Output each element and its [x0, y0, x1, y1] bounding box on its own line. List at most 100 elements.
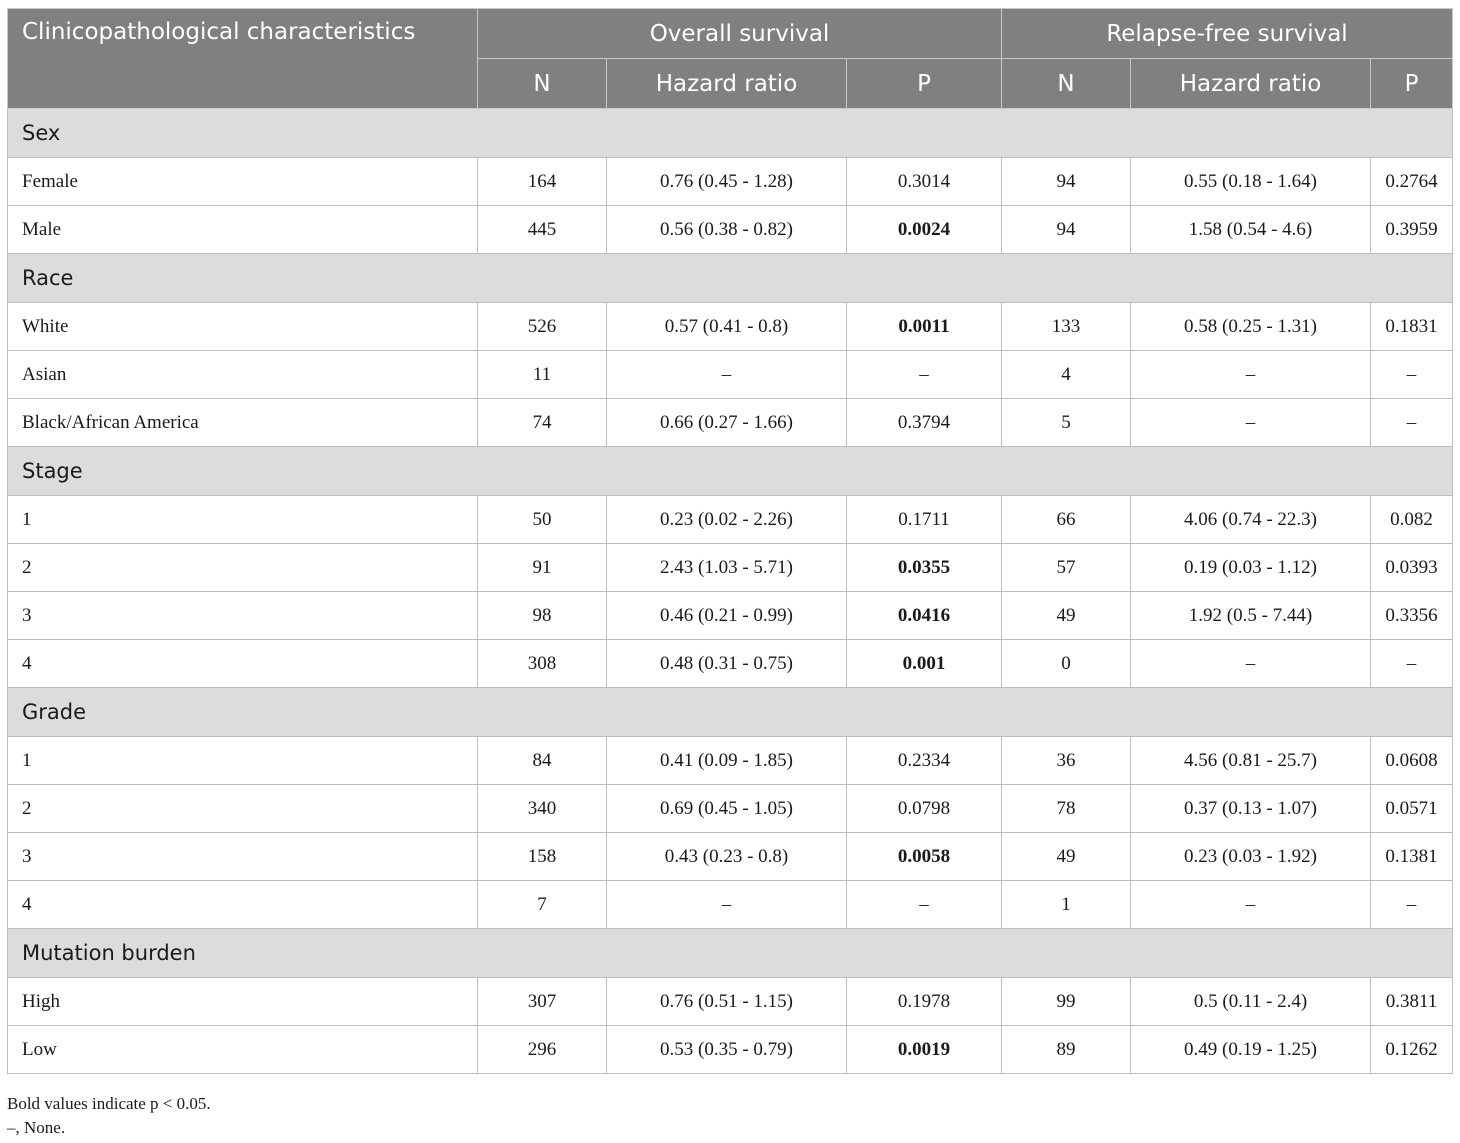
row-label: White — [7, 302, 478, 351]
table-row: 3 158 0.43 (0.23 - 0.8) 0.0058 49 0.23 (0.03 … — [7, 832, 1454, 881]
cell-rfs-n: 133 — [1001, 302, 1132, 351]
row-label: 4 — [7, 639, 478, 688]
header-rfs-hazard-ratio: Hazard ratio — [1130, 58, 1372, 109]
cell-os-n: 91 — [477, 543, 607, 592]
table-row: Low 296 0.53 (0.35 - 0.79) 0.0019 89 0.49 (0.… — [7, 1025, 1454, 1074]
group-row: Mutation burden — [6, 928, 1454, 978]
table-row: Asian 11– –4– – — [7, 350, 1454, 399]
cell-rfs-p: 0.1831 — [1370, 302, 1454, 351]
cell-rfs-n: 99 — [1001, 977, 1132, 1026]
cell-os-n: 164 — [477, 157, 607, 206]
row-label: 2 — [7, 784, 478, 833]
cell-rfs-hazard-ratio: – — [1130, 398, 1372, 447]
row-label: 1 — [7, 495, 478, 544]
cell-os-n: 50 — [477, 495, 607, 544]
cell-rfs-n: 49 — [1001, 591, 1132, 640]
cell-os-hazard-ratio: 0.41 (0.09 - 1.85) — [606, 736, 847, 785]
cell-rfs-hazard-ratio: 0.23 (0.03 - 1.92) — [1130, 832, 1372, 881]
cell-os-n: 98 — [477, 591, 607, 640]
row-label: 4 — [7, 880, 478, 929]
cell-rfs-p: 0.0393 — [1370, 543, 1454, 592]
cell-os-n: 296 — [477, 1025, 607, 1074]
header-os-hazard-ratio: Hazard ratio — [606, 58, 847, 109]
cell-rfs-n: 89 — [1001, 1025, 1132, 1074]
cell-os-p: 0.0416 — [845, 591, 1003, 640]
cell-os-n: 158 — [477, 832, 607, 881]
header-rfs-n: N — [1001, 58, 1132, 109]
table-row: 2 91 2.43 (1.03 - 5.71) 0.0355 57 0.19 (0.03 … — [7, 543, 1454, 592]
row-label: Black/African America — [7, 398, 478, 447]
cell-os-n: 307 — [477, 977, 607, 1026]
cell-rfs-n: 94 — [1001, 205, 1132, 254]
cell-rfs-hazard-ratio: 0.37 (0.13 - 1.07) — [1130, 784, 1372, 833]
cell-rfs-n: 1 — [1001, 880, 1132, 929]
cell-os-p: 0.0355 — [845, 543, 1003, 592]
cell-os-hazard-ratio: 0.53 (0.35 - 0.79) — [606, 1025, 847, 1074]
cell-os-n: 340 — [477, 784, 607, 833]
cell-os-hazard-ratio: 0.23 (0.02 - 2.26) — [606, 495, 847, 544]
cell-rfs-p: 0.2764 — [1370, 157, 1454, 206]
table-row: 4 7– –1– – — [7, 880, 1454, 929]
cell-os-p: – — [845, 880, 1003, 929]
row-label: 1 — [7, 736, 478, 785]
row-label: Asian — [7, 350, 478, 399]
cell-os-hazard-ratio: 0.69 (0.45 - 1.05) — [606, 784, 847, 833]
cell-os-p: 0.0058 — [845, 832, 1003, 881]
cell-rfs-hazard-ratio: – — [1130, 880, 1372, 929]
cell-rfs-hazard-ratio: 0.49 (0.19 - 1.25) — [1130, 1025, 1372, 1074]
table-row: 1 50 0.23 (0.02 - 2.26) 0.1711 66 4.06 (0.74 … — [7, 495, 1454, 544]
table-row: High 307 0.76 (0.51 - 1.15) 0.1978 99 0.5 (0.… — [7, 977, 1454, 1026]
cell-rfs-hazard-ratio: 0.19 (0.03 - 1.12) — [1130, 543, 1372, 592]
cell-rfs-p: 0.0571 — [1370, 784, 1454, 833]
cell-rfs-hazard-ratio: 0.58 (0.25 - 1.31) — [1130, 302, 1372, 351]
cell-os-p: 0.0019 — [845, 1025, 1003, 1074]
cell-rfs-hazard-ratio: 0.5 (0.11 - 2.4) — [1130, 977, 1372, 1026]
row-label: 2 — [7, 543, 478, 592]
cell-rfs-n: 4 — [1001, 350, 1132, 399]
group-title: Stage — [6, 446, 1454, 496]
table-row: Female 164 0.76 (0.45 - 1.28) 0.3014 94 0.55 … — [7, 157, 1454, 206]
footnote-bold: Bold values indicate p < 0.05. — [7, 1094, 211, 1113]
table-row: 1 84 0.41 (0.09 - 1.85) 0.2334 36 4.56 (0.81 … — [7, 736, 1454, 785]
header-overall-survival: Overall survival — [476, 8, 1003, 59]
group-title: Race — [6, 253, 1454, 303]
cell-rfs-n: 94 — [1001, 157, 1132, 206]
row-label: Female — [7, 157, 478, 206]
cell-rfs-n: 5 — [1001, 398, 1132, 447]
table-row: White 526 0.57 (0.41 - 0.8) 0.0011 133 0.58 (… — [7, 302, 1454, 351]
group-row: Grade — [6, 687, 1454, 737]
cell-rfs-p: 0.082 — [1370, 495, 1454, 544]
cell-rfs-p: 0.0608 — [1370, 736, 1454, 785]
table-body: Sex Female 164 0.76 (0.45 - 1.28) 0.3014 94 0.… — [6, 108, 1454, 1074]
cell-os-hazard-ratio: 0.43 (0.23 - 0.8) — [606, 832, 847, 881]
cell-rfs-n: 49 — [1001, 832, 1132, 881]
cell-rfs-p: 0.1262 — [1370, 1025, 1454, 1074]
header-os-n: N — [477, 58, 607, 109]
header-relapse-free-survival: Relapse-free survival — [1001, 8, 1454, 59]
cell-os-p: 0.0024 — [845, 205, 1003, 254]
cell-os-n: 84 — [477, 736, 607, 785]
cell-rfs-p: – — [1370, 398, 1454, 447]
row-label: High — [7, 977, 478, 1026]
cell-os-p: 0.0011 — [845, 302, 1003, 351]
cell-os-p: 0.0798 — [845, 784, 1003, 833]
cell-rfs-n: 0 — [1001, 639, 1132, 688]
cell-os-n: 7 — [477, 880, 607, 929]
cell-os-n: 526 — [477, 302, 607, 351]
table-row: 2 340 0.69 (0.45 - 1.05) 0.0798 78 0.37 (0.13… — [7, 784, 1454, 833]
row-label: Low — [7, 1025, 478, 1074]
cell-rfs-hazard-ratio: 1.58 (0.54 - 4.6) — [1130, 205, 1372, 254]
footnotes: Bold values indicate p < 0.05. –, None. — [7, 1092, 211, 1140]
row-label: 3 — [7, 832, 478, 881]
cell-os-p: 0.2334 — [845, 736, 1003, 785]
group-title: Mutation burden — [6, 928, 1454, 978]
table-row: 3 98 0.46 (0.21 - 0.99) 0.0416 49 1.92 (0.5 -… — [7, 591, 1454, 640]
cell-os-hazard-ratio: 0.66 (0.27 - 1.66) — [606, 398, 847, 447]
group-title: Grade — [6, 687, 1454, 737]
cell-os-hazard-ratio: – — [606, 350, 847, 399]
cell-rfs-n: 57 — [1001, 543, 1132, 592]
cell-rfs-p: 0.3811 — [1370, 977, 1454, 1026]
cell-rfs-n: 36 — [1001, 736, 1132, 785]
cell-os-hazard-ratio: 0.76 (0.45 - 1.28) — [606, 157, 847, 206]
cell-rfs-hazard-ratio: 4.56 (0.81 - 25.7) — [1130, 736, 1372, 785]
